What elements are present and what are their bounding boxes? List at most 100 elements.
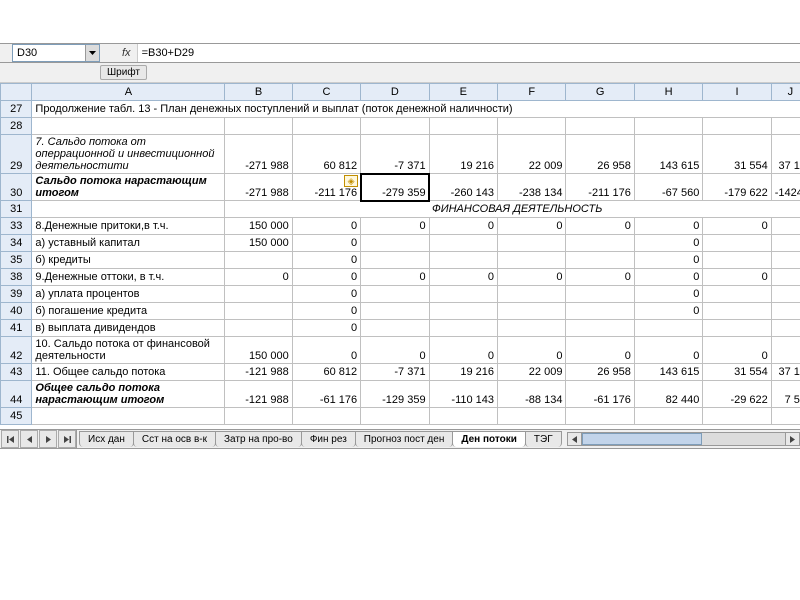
tab-nav-last-icon[interactable]: [58, 430, 76, 448]
cell[interactable]: [703, 235, 771, 252]
sheet-tab[interactable]: Затр на про-во: [215, 431, 302, 447]
cell[interactable]: 0: [292, 252, 360, 269]
row-header[interactable]: 45: [1, 408, 32, 425]
cell[interactable]: 0: [292, 235, 360, 252]
cell[interactable]: 19 216: [429, 364, 497, 381]
sheet-tab[interactable]: Сст на осв в-к: [133, 431, 216, 447]
cell[interactable]: 0: [361, 269, 429, 286]
cell[interactable]: [32, 118, 225, 135]
cell[interactable]: -129 359: [361, 381, 429, 408]
cell[interactable]: [703, 118, 771, 135]
cell[interactable]: 0: [498, 337, 566, 364]
row-header[interactable]: 38: [1, 269, 32, 286]
cell[interactable]: [634, 118, 702, 135]
cell[interactable]: [771, 252, 800, 269]
row-label[interactable]: б) погашение кредита: [32, 303, 225, 320]
cell[interactable]: 0: [225, 269, 292, 286]
cell[interactable]: -29 622: [703, 381, 771, 408]
cell[interactable]: [429, 118, 497, 135]
select-all-corner[interactable]: [1, 84, 32, 101]
formula-input[interactable]: [137, 44, 800, 62]
cell[interactable]: [292, 408, 360, 425]
tab-nav-first-icon[interactable]: [1, 430, 19, 448]
horiz-scrollbar[interactable]: [567, 432, 800, 446]
cell[interactable]: 0: [361, 337, 429, 364]
cell[interactable]: 0: [703, 337, 771, 364]
sheet-tab[interactable]: Фин рез: [301, 431, 356, 447]
row-label[interactable]: б) кредиты: [32, 252, 225, 269]
col-header-D[interactable]: D: [361, 84, 429, 101]
cell[interactable]: 26 958: [566, 364, 634, 381]
cell[interactable]: [498, 235, 566, 252]
cell[interactable]: 60 812: [292, 135, 360, 174]
cell[interactable]: [771, 337, 800, 364]
tab-nav-next-icon[interactable]: [39, 430, 57, 448]
cell[interactable]: [703, 320, 771, 337]
cell[interactable]: [225, 303, 292, 320]
sheet-tab[interactable]: Ден потоки: [452, 431, 526, 447]
cell[interactable]: -67 560: [634, 174, 702, 201]
cell[interactable]: [771, 218, 800, 235]
cell[interactable]: [361, 118, 429, 135]
cell[interactable]: 0: [634, 286, 702, 303]
cell[interactable]: 0: [634, 252, 702, 269]
cell[interactable]: 26 958: [566, 135, 634, 174]
cell[interactable]: -211 176◈: [292, 174, 360, 201]
row-header[interactable]: 43: [1, 364, 32, 381]
cell[interactable]: 0: [566, 337, 634, 364]
cell[interactable]: [225, 118, 292, 135]
cell[interactable]: 0: [292, 337, 360, 364]
cell[interactable]: -7 371: [361, 135, 429, 174]
cell[interactable]: 0: [292, 303, 360, 320]
cell[interactable]: [771, 118, 800, 135]
row-label[interactable]: а) уплата процентов: [32, 286, 225, 303]
cell[interactable]: [498, 303, 566, 320]
cell[interactable]: -121 988: [225, 364, 292, 381]
cell[interactable]: 0: [703, 269, 771, 286]
cell[interactable]: [771, 235, 800, 252]
cell[interactable]: -110 143: [429, 381, 497, 408]
cell[interactable]: [32, 201, 225, 218]
cell[interactable]: [566, 252, 634, 269]
row-header[interactable]: 27: [1, 101, 32, 118]
cell[interactable]: [498, 320, 566, 337]
cell[interactable]: [292, 118, 360, 135]
row-label[interactable]: а) уставный капитал: [32, 235, 225, 252]
cell[interactable]: [225, 252, 292, 269]
cell[interactable]: [361, 252, 429, 269]
cell[interactable]: 82 440: [634, 381, 702, 408]
cell[interactable]: [429, 408, 497, 425]
col-header-H[interactable]: H: [634, 84, 702, 101]
row-label[interactable]: Сальдо потока нарастающим итогом: [32, 174, 225, 201]
cell[interactable]: [771, 320, 800, 337]
row-header[interactable]: 44: [1, 381, 32, 408]
cell[interactable]: 31 554: [703, 135, 771, 174]
cell[interactable]: -7 371: [361, 364, 429, 381]
cell[interactable]: 143 615: [634, 364, 702, 381]
cell[interactable]: 37 18: [771, 135, 800, 174]
row-header[interactable]: 30: [1, 174, 32, 201]
cell[interactable]: -88 134: [498, 381, 566, 408]
row-header[interactable]: 40: [1, 303, 32, 320]
col-header-J[interactable]: J: [771, 84, 800, 101]
row-header[interactable]: 41: [1, 320, 32, 337]
cell[interactable]: 0: [634, 235, 702, 252]
cell[interactable]: -260 143: [429, 174, 497, 201]
cell[interactable]: [498, 118, 566, 135]
font-group-label[interactable]: Шрифт: [100, 65, 147, 80]
cell[interactable]: [498, 252, 566, 269]
cell[interactable]: [771, 303, 800, 320]
cell[interactable]: 0: [292, 286, 360, 303]
col-header-C[interactable]: C: [292, 84, 360, 101]
row-header[interactable]: 35: [1, 252, 32, 269]
cell[interactable]: 0: [498, 218, 566, 235]
cell[interactable]: 0: [429, 337, 497, 364]
cell[interactable]: 150 000: [225, 337, 292, 364]
col-header-A[interactable]: A: [32, 84, 225, 101]
cell[interactable]: 31 554: [703, 364, 771, 381]
row-label[interactable]: 9.Денежные оттоки, в т.ч.: [32, 269, 225, 286]
cell[interactable]: 0: [292, 218, 360, 235]
sheet-tab[interactable]: Исх дан: [79, 431, 134, 447]
cell[interactable]: [566, 118, 634, 135]
col-header-F[interactable]: F: [498, 84, 566, 101]
